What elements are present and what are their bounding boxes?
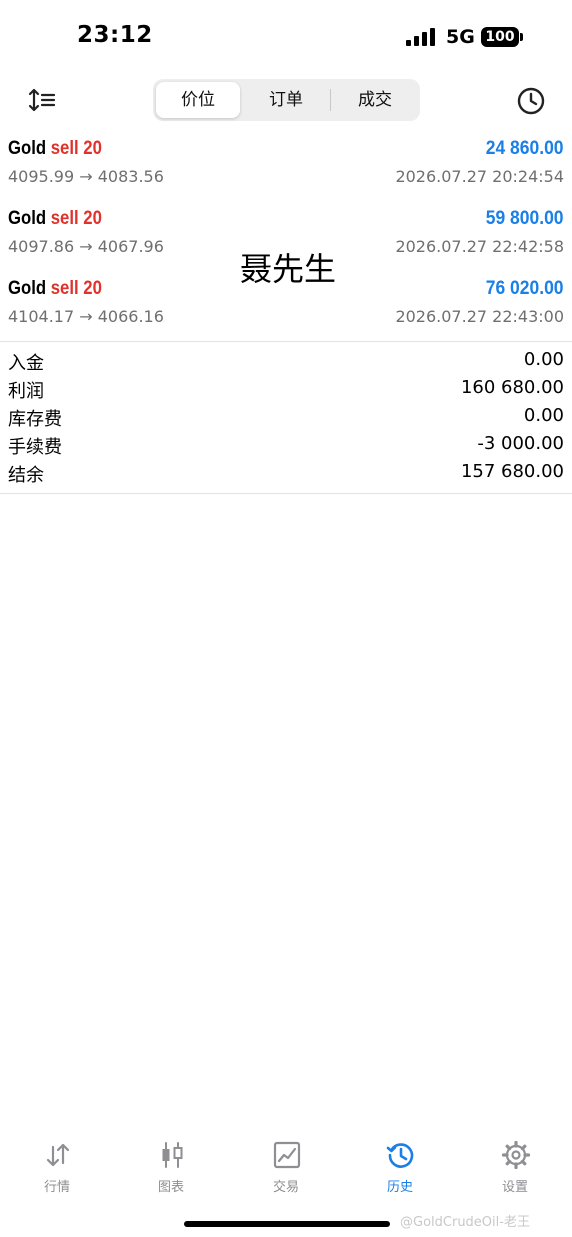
sort-icon[interactable] [28, 87, 56, 113]
history-toolbar: 价位 订单 成交 [0, 78, 572, 122]
tab-charts[interactable]: 图表 [121, 1136, 221, 1196]
tab-settings[interactable]: 设置 [465, 1136, 565, 1196]
summary-row-deposit: 入金 0.00 [0, 347, 572, 375]
source-watermark: @GoldCrudeOil-老王 [400, 1215, 530, 1230]
summary-row-profit: 利润 160 680.00 [0, 375, 572, 403]
tab-trade[interactable]: 交易 [236, 1136, 336, 1196]
deal-prices: 4104.17 → 4066.16 [8, 307, 164, 326]
segmented-control: 价位 订单 成交 [153, 79, 420, 121]
segment-positions[interactable]: 价位 [156, 82, 240, 118]
deal-list: Gold sell 20 24 860.00 4095.99 → 4083.56… [0, 132, 572, 342]
segment-divider [330, 89, 331, 111]
deal-side: sell 20 [50, 138, 102, 159]
summary-value: 0.00 [523, 349, 564, 370]
tab-history[interactable]: 历史 [350, 1136, 450, 1196]
status-time: 23:12 [77, 22, 153, 48]
deal-symbol: Gold sell 20 [8, 208, 102, 230]
summary-value: 0.00 [523, 405, 564, 426]
deal-symbol: Gold sell 20 [8, 278, 102, 300]
deal-symbol: Gold sell 20 [8, 138, 102, 160]
summary-value: -3 000.00 [477, 433, 564, 454]
summary-value: 160 680.00 [460, 377, 564, 398]
summary-label: 手续费 [8, 437, 62, 458]
summary-row-commission: 手续费 -3 000.00 [0, 431, 572, 459]
summary-value: 157 680.00 [460, 461, 564, 482]
gear-icon [501, 1140, 531, 1170]
account-summary: 入金 0.00 利润 160 680.00 库存费 0.00 手续费 -3 00… [0, 347, 572, 487]
summary-label: 利润 [8, 381, 44, 402]
deal-row[interactable]: Gold sell 20 24 860.00 4095.99 → 4083.56… [0, 132, 572, 202]
deal-time: 2026.07.27 20:24:54 [395, 167, 564, 186]
tab-label: 交易 [272, 1180, 299, 1195]
deal-time: 2026.07.27 22:42:58 [395, 237, 564, 256]
tab-label: 图表 [157, 1180, 184, 1195]
clock-icon[interactable] [516, 86, 546, 116]
segment-deals[interactable]: 成交 [333, 82, 417, 118]
status-bar: 23:12 5G 100 [0, 0, 572, 70]
battery-icon: 100 [481, 27, 519, 47]
tab-quotes[interactable]: 行情 [7, 1136, 107, 1196]
deal-time: 2026.07.27 22:43:00 [395, 307, 564, 326]
network-type: 5G [446, 26, 475, 48]
history-clock-icon [386, 1143, 414, 1168]
summary-divider-bottom [0, 493, 572, 494]
summary-label: 入金 [8, 353, 44, 374]
deal-prices: 4095.99 → 4083.56 [8, 167, 164, 186]
summary-row-balance: 结余 157 680.00 [0, 459, 572, 487]
deal-profit: 59 800.00 [486, 208, 564, 229]
candlestick-icon [162, 1142, 183, 1168]
summary-row-swap: 库存费 0.00 [0, 403, 572, 431]
deal-profit: 24 860.00 [486, 138, 564, 159]
deal-profit: 76 020.00 [486, 278, 564, 299]
deal-side: sell 20 [50, 208, 102, 229]
segment-orders[interactable]: 订单 [244, 82, 328, 118]
symbol-name: Gold [8, 138, 47, 159]
home-indicator [184, 1221, 390, 1227]
summary-label: 库存费 [8, 409, 62, 430]
quotes-arrows-icon [46, 1143, 70, 1167]
tab-label: 行情 [43, 1180, 70, 1195]
cellular-signal-icon [406, 28, 436, 46]
overlay-name-text: 聂先生 [240, 250, 337, 288]
trade-chart-icon [273, 1141, 301, 1169]
summary-divider-top [0, 341, 572, 342]
tab-label: 历史 [386, 1180, 413, 1195]
bottom-tab-bar: 行情 图表 交易 历史 设置 [0, 1136, 572, 1196]
deal-prices: 4097.86 → 4067.96 [8, 237, 164, 256]
battery-tip [520, 33, 523, 41]
summary-label: 结余 [8, 465, 44, 486]
symbol-name: Gold [8, 278, 47, 299]
tab-label: 设置 [501, 1180, 528, 1195]
symbol-name: Gold [8, 208, 47, 229]
deal-side: sell 20 [50, 278, 102, 299]
